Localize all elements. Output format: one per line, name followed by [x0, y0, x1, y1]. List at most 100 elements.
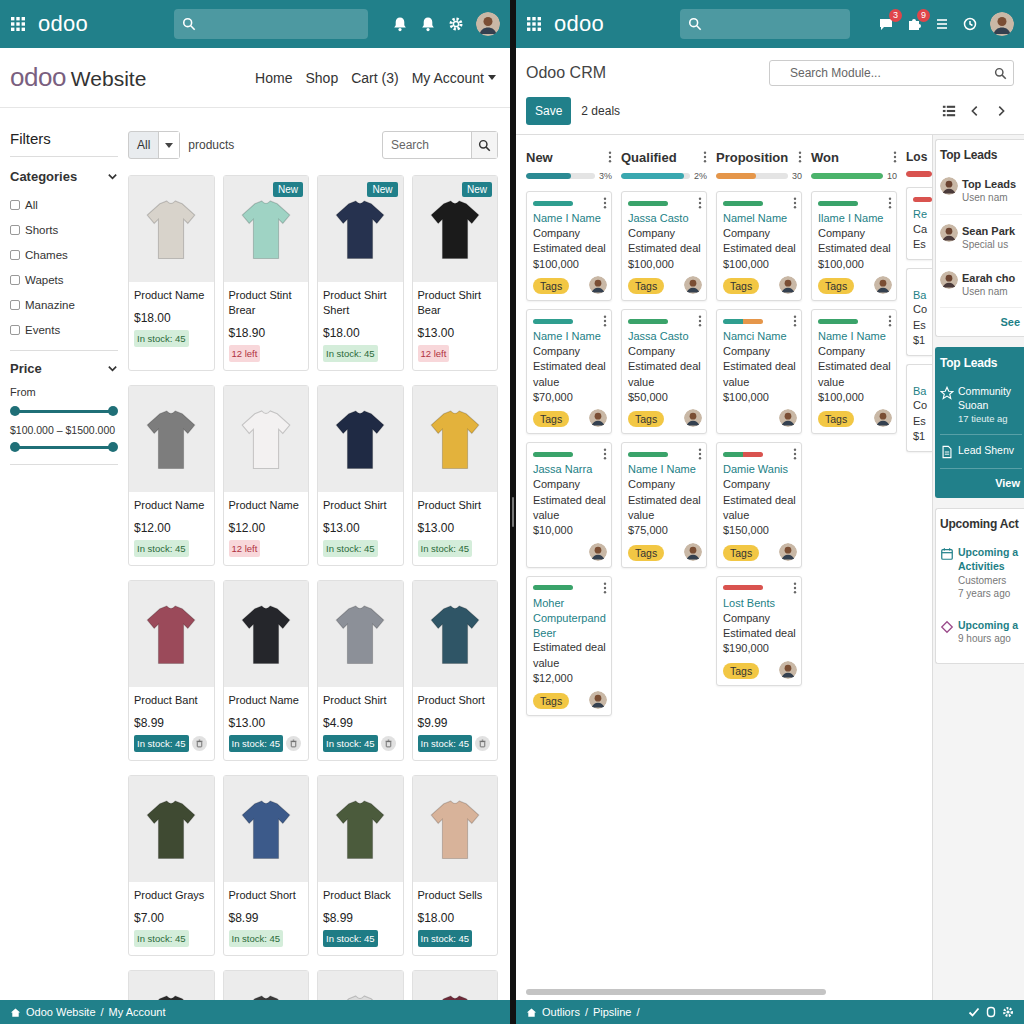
user-avatar-icon[interactable] — [476, 12, 500, 36]
breadcrumb[interactable]: Pipsline — [593, 1006, 632, 1018]
product-photo[interactable] — [413, 386, 498, 492]
deal-card[interactable]: ReCaEs — [906, 187, 932, 260]
column-header[interactable]: Los — [906, 147, 932, 167]
deal-card[interactable]: Jassa NarraCompanyEstimated deal value$1… — [526, 442, 612, 567]
chevron-left-icon[interactable] — [968, 104, 982, 118]
product-photo[interactable] — [224, 971, 309, 1000]
kebab-menu-icon[interactable] — [698, 315, 702, 327]
panel-item[interactable]: Upcoming a9 hours ago — [940, 610, 1022, 655]
remove-button[interactable] — [286, 736, 301, 751]
remove-button[interactable] — [381, 736, 396, 751]
deal-card[interactable]: Lost BentsCompanyEstimated deal$190,000T… — [716, 576, 802, 686]
breadcrumb[interactable]: My Account — [109, 1006, 166, 1018]
slider-knob[interactable] — [10, 406, 20, 416]
top-search-field[interactable] — [174, 9, 368, 39]
deal-name[interactable]: Jassa Casto — [628, 211, 702, 226]
product-card[interactable]: NewProduct Shirt Shert$18.00In stock: 45 — [317, 175, 404, 371]
panel-item[interactable]: CommunitySuoan17 tieute ag — [940, 376, 1022, 435]
product-card[interactable]: Product Name$18.00In stock: 45 — [128, 175, 215, 371]
product-photo[interactable] — [413, 776, 498, 882]
salesperson-avatar-icon[interactable] — [779, 543, 797, 561]
deal-card[interactable]: Moher Computerpand BeerEstimated deal va… — [526, 576, 612, 716]
product-card[interactable]: Product Short$8.99In stock: 45 — [223, 775, 310, 956]
column-header[interactable]: Proposition — [716, 147, 802, 167]
slider-knob[interactable] — [10, 442, 20, 452]
product-photo[interactable]: New — [224, 176, 309, 282]
nav-item[interactable]: Cart (3) — [351, 70, 398, 86]
salesperson-avatar-icon[interactable] — [684, 409, 702, 427]
product-card[interactable] — [223, 970, 310, 1000]
product-photo[interactable] — [224, 776, 309, 882]
deal-name[interactable]: Namci Name — [723, 329, 797, 344]
clock-icon[interactable] — [962, 16, 978, 32]
salesperson-avatar-icon[interactable] — [589, 409, 607, 427]
product-card[interactable]: NewProduct Stint Brear$18.9012 left — [223, 175, 310, 371]
product-name[interactable]: Product Short — [229, 888, 304, 903]
product-card[interactable]: Product Shirt$4.99In stock: 45 — [317, 580, 404, 761]
kebab-menu-icon[interactable] — [888, 197, 892, 209]
salesperson-avatar-icon[interactable] — [779, 661, 797, 679]
deal-name[interactable]: Name I Name — [533, 329, 607, 344]
checkbox[interactable] — [10, 200, 20, 210]
column-header[interactable]: Won — [811, 147, 897, 167]
tag-pill[interactable]: Tags — [533, 278, 569, 294]
product-card[interactable]: Product Name$13.00In stock: 45 — [223, 580, 310, 761]
gear-icon[interactable] — [448, 16, 464, 32]
column-header[interactable]: Qualified — [621, 147, 707, 167]
product-card[interactable]: NewProduct Shirt Bear$13.0012 left — [412, 175, 499, 371]
user-avatar-icon[interactable] — [990, 12, 1014, 36]
home-icon[interactable] — [10, 1007, 21, 1018]
product-photo[interactable] — [318, 386, 403, 492]
kebab-menu-icon[interactable] — [793, 315, 797, 327]
product-photo[interactable] — [129, 971, 214, 1000]
deal-card[interactable]: Name I NameCompanyEstimated deal value$1… — [811, 309, 897, 434]
panel-item[interactable]: Top LeadsUsen nam — [940, 168, 1022, 215]
product-photo[interactable] — [224, 581, 309, 687]
messages-button[interactable]: 3 — [878, 16, 894, 32]
list-icon[interactable] — [934, 16, 950, 32]
price-slider[interactable] — [10, 404, 118, 418]
tag-pill[interactable]: Tags — [628, 278, 664, 294]
remove-button[interactable] — [475, 736, 490, 751]
tag-pill[interactable]: Tags — [723, 545, 759, 561]
checkbox[interactable] — [10, 250, 20, 260]
breadcrumb[interactable]: Outliors — [542, 1006, 580, 1018]
product-name[interactable]: Product Shirt Bear — [418, 288, 493, 318]
tag-pill[interactable]: Tags — [818, 278, 854, 294]
product-card[interactable] — [128, 970, 215, 1000]
deal-name[interactable]: Damie Wanis — [723, 462, 797, 477]
kebab-menu-icon[interactable] — [793, 448, 797, 460]
deal-card[interactable]: Name I NameCompanyEstimated deal value$7… — [621, 442, 707, 567]
category-checkbox[interactable]: Manazine — [10, 292, 118, 317]
category-checkbox[interactable]: Shorts — [10, 217, 118, 242]
product-card[interactable]: Product Grays$7.00In stock: 45 — [128, 775, 215, 956]
salesperson-avatar-icon[interactable] — [779, 276, 797, 294]
panel-item[interactable]: Upcoming aActivitiesCustomers7 years ago — [940, 537, 1022, 609]
product-name[interactable]: Product Stint Brear — [229, 288, 304, 318]
deal-name[interactable]: Ilame I Name — [818, 211, 892, 226]
deal-name[interactable]: Ba — [913, 384, 932, 399]
module-search[interactable]: Search Module... — [769, 60, 1014, 86]
kebab-menu-icon[interactable] — [603, 448, 607, 460]
category-checkbox[interactable]: Events — [10, 317, 118, 342]
chevron-right-icon[interactable] — [994, 104, 1008, 118]
deal-card[interactable]: Name I NameCompanyEstimated deal$100,000… — [526, 191, 612, 301]
bell-icon[interactable] — [420, 16, 436, 32]
kebab-menu-icon[interactable] — [888, 315, 892, 327]
product-photo[interactable] — [318, 971, 403, 1000]
product-name[interactable]: Product Shirt — [323, 693, 398, 708]
search-icon[interactable] — [994, 67, 1007, 80]
tag-pill[interactable]: Tags — [723, 278, 759, 294]
product-photo[interactable] — [129, 581, 214, 687]
product-name[interactable]: Product Shirt Shert — [323, 288, 398, 318]
product-name[interactable]: Product Shirt — [418, 498, 493, 513]
panel-item[interactable]: Lead Shenv — [940, 435, 1022, 469]
website-brand[interactable]: odooWebsite — [10, 62, 146, 93]
salesperson-avatar-icon[interactable] — [684, 276, 702, 294]
divider-grip[interactable] — [512, 497, 514, 527]
salesperson-avatar-icon[interactable] — [684, 543, 702, 561]
tag-pill[interactable]: Tags — [628, 411, 664, 427]
product-card[interactable]: Product Short$9.99In stock: 45 — [412, 580, 499, 761]
chevron-down-icon[interactable] — [107, 171, 118, 182]
kebab-menu-icon[interactable] — [603, 582, 607, 594]
